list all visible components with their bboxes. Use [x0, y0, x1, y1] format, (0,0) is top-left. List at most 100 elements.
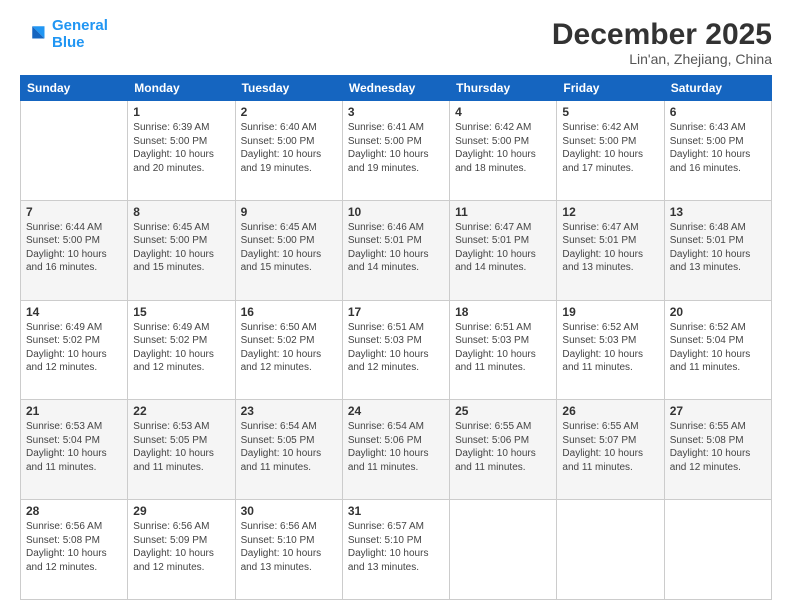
cell-info: Sunrise: 6:56 AM Sunset: 5:10 PM Dayligh… — [241, 520, 337, 574]
cell-info: Sunrise: 6:39 AM Sunset: 5:00 PM Dayligh… — [133, 121, 229, 175]
col-wednesday: Wednesday — [342, 76, 449, 101]
cell-info: Sunrise: 6:43 AM Sunset: 5:00 PM Dayligh… — [670, 121, 766, 175]
cell-info: Sunrise: 6:42 AM Sunset: 5:00 PM Dayligh… — [455, 121, 551, 175]
calendar-cell: 12 Sunrise: 6:47 AM Sunset: 5:01 PM Dayli… — [557, 200, 664, 300]
calendar-cell: 31 Sunrise: 6:57 AM Sunset: 5:10 PM Dayli… — [342, 500, 449, 600]
col-saturday: Saturday — [664, 76, 771, 101]
day-number: 17 — [348, 305, 444, 319]
day-number: 22 — [133, 404, 229, 418]
calendar-cell: 7 Sunrise: 6:44 AM Sunset: 5:00 PM Daylig… — [21, 200, 128, 300]
day-number: 18 — [455, 305, 551, 319]
cell-info: Sunrise: 6:51 AM Sunset: 5:03 PM Dayligh… — [348, 321, 444, 375]
calendar-cell — [450, 500, 557, 600]
calendar-cell: 14 Sunrise: 6:49 AM Sunset: 5:02 PM Dayli… — [21, 300, 128, 400]
header: General Blue December 2025 Lin'an, Zheji… — [20, 18, 772, 67]
cell-info: Sunrise: 6:48 AM Sunset: 5:01 PM Dayligh… — [670, 221, 766, 275]
day-number: 19 — [562, 305, 658, 319]
calendar-cell: 18 Sunrise: 6:51 AM Sunset: 5:03 PM Dayli… — [450, 300, 557, 400]
day-number: 27 — [670, 404, 766, 418]
logo: General Blue — [20, 18, 108, 51]
day-number: 25 — [455, 404, 551, 418]
day-number: 13 — [670, 205, 766, 219]
day-number: 1 — [133, 105, 229, 119]
calendar-cell — [21, 101, 128, 201]
cell-info: Sunrise: 6:41 AM Sunset: 5:00 PM Dayligh… — [348, 121, 444, 175]
cell-info: Sunrise: 6:49 AM Sunset: 5:02 PM Dayligh… — [26, 321, 122, 375]
cell-info: Sunrise: 6:53 AM Sunset: 5:05 PM Dayligh… — [133, 420, 229, 474]
day-number: 8 — [133, 205, 229, 219]
cell-info: Sunrise: 6:56 AM Sunset: 5:09 PM Dayligh… — [133, 520, 229, 574]
cell-info: Sunrise: 6:55 AM Sunset: 5:06 PM Dayligh… — [455, 420, 551, 474]
calendar-cell: 13 Sunrise: 6:48 AM Sunset: 5:01 PM Dayli… — [664, 200, 771, 300]
calendar-cell: 4 Sunrise: 6:42 AM Sunset: 5:00 PM Daylig… — [450, 101, 557, 201]
day-number: 15 — [133, 305, 229, 319]
cell-info: Sunrise: 6:42 AM Sunset: 5:00 PM Dayligh… — [562, 121, 658, 175]
calendar-cell: 20Sunrise: 6:52 AM Sunset: 5:04 PM Dayli… — [664, 300, 771, 400]
cell-info: Sunrise: 6:56 AM Sunset: 5:08 PM Dayligh… — [26, 520, 122, 574]
cell-info: Sunrise: 6:47 AM Sunset: 5:01 PM Dayligh… — [562, 221, 658, 275]
calendar-cell: 26Sunrise: 6:55 AM Sunset: 5:07 PM Dayli… — [557, 400, 664, 500]
calendar-cell: 6 Sunrise: 6:43 AM Sunset: 5:00 PM Daylig… — [664, 101, 771, 201]
cell-info: Sunrise: 6:54 AM Sunset: 5:05 PM Dayligh… — [241, 420, 337, 474]
logo-icon — [20, 21, 48, 49]
day-number: 9 — [241, 205, 337, 219]
calendar-cell: 25 Sunrise: 6:55 AM Sunset: 5:06 PM Dayli… — [450, 400, 557, 500]
page: General Blue December 2025 Lin'an, Zheji… — [0, 0, 792, 612]
day-number: 4 — [455, 105, 551, 119]
cell-info: Sunrise: 6:45 AM Sunset: 5:00 PM Dayligh… — [133, 221, 229, 275]
cell-info: Sunrise: 6:54 AM Sunset: 5:06 PM Dayligh… — [348, 420, 444, 474]
day-number: 14 — [26, 305, 122, 319]
calendar-cell: 22 Sunrise: 6:53 AM Sunset: 5:05 PM Dayli… — [128, 400, 235, 500]
day-number: 10 — [348, 205, 444, 219]
cell-info: Sunrise: 6:47 AM Sunset: 5:01 PM Dayligh… — [455, 221, 551, 275]
calendar-cell: 30 Sunrise: 6:56 AM Sunset: 5:10 PM Dayli… — [235, 500, 342, 600]
calendar-cell: 24 Sunrise: 6:54 AM Sunset: 5:06 PM Dayli… — [342, 400, 449, 500]
day-number: 6 — [670, 105, 766, 119]
day-number: 30 — [241, 504, 337, 518]
day-number: 24 — [348, 404, 444, 418]
calendar-week-row: 14 Sunrise: 6:49 AM Sunset: 5:02 PM Dayli… — [21, 300, 772, 400]
calendar-cell: 5 Sunrise: 6:42 AM Sunset: 5:00 PM Daylig… — [557, 101, 664, 201]
calendar-table: Sunday Monday Tuesday Wednesday Thursday… — [20, 75, 772, 600]
day-number: 23 — [241, 404, 337, 418]
calendar-week-row: 7 Sunrise: 6:44 AM Sunset: 5:00 PM Daylig… — [21, 200, 772, 300]
cell-info: Sunrise: 6:53 AM Sunset: 5:04 PM Dayligh… — [26, 420, 122, 474]
cell-info: Sunrise: 6:52 AM Sunset: 5:03 PM Dayligh… — [562, 321, 658, 375]
calendar-cell — [557, 500, 664, 600]
cell-info: Sunrise: 6:40 AM Sunset: 5:00 PM Dayligh… — [241, 121, 337, 175]
calendar-cell: 16 Sunrise: 6:50 AM Sunset: 5:02 PM Dayli… — [235, 300, 342, 400]
calendar-cell: 10Sunrise: 6:46 AM Sunset: 5:01 PM Dayli… — [342, 200, 449, 300]
cell-info: Sunrise: 6:50 AM Sunset: 5:02 PM Dayligh… — [241, 321, 337, 375]
day-number: 12 — [562, 205, 658, 219]
day-number: 28 — [26, 504, 122, 518]
subtitle: Lin'an, Zhejiang, China — [552, 51, 772, 67]
calendar-cell: 27Sunrise: 6:55 AM Sunset: 5:08 PM Dayli… — [664, 400, 771, 500]
col-monday: Monday — [128, 76, 235, 101]
calendar-cell: 19 Sunrise: 6:52 AM Sunset: 5:03 PM Dayli… — [557, 300, 664, 400]
calendar-cell: 11 Sunrise: 6:47 AM Sunset: 5:01 PM Dayli… — [450, 200, 557, 300]
cell-info: Sunrise: 6:57 AM Sunset: 5:10 PM Dayligh… — [348, 520, 444, 574]
calendar-cell: 28 Sunrise: 6:56 AM Sunset: 5:08 PM Dayli… — [21, 500, 128, 600]
calendar-cell: 9Sunrise: 6:45 AM Sunset: 5:00 PM Daylig… — [235, 200, 342, 300]
day-number: 11 — [455, 205, 551, 219]
cell-info: Sunrise: 6:52 AM Sunset: 5:04 PM Dayligh… — [670, 321, 766, 375]
cell-info: Sunrise: 6:51 AM Sunset: 5:03 PM Dayligh… — [455, 321, 551, 375]
day-number: 5 — [562, 105, 658, 119]
main-title: December 2025 — [552, 18, 772, 51]
day-number: 31 — [348, 504, 444, 518]
calendar-cell — [664, 500, 771, 600]
day-number: 3 — [348, 105, 444, 119]
day-number: 7 — [26, 205, 122, 219]
calendar-week-row: 1 Sunrise: 6:39 AM Sunset: 5:00 PM Daylig… — [21, 101, 772, 201]
logo-line2: Blue — [52, 34, 85, 51]
cell-info: Sunrise: 6:44 AM Sunset: 5:00 PM Dayligh… — [26, 221, 122, 275]
calendar-cell: 15Sunrise: 6:49 AM Sunset: 5:02 PM Dayli… — [128, 300, 235, 400]
logo-line1: General — [52, 17, 108, 34]
calendar-cell: 8 Sunrise: 6:45 AM Sunset: 5:00 PM Daylig… — [128, 200, 235, 300]
calendar-header-row: Sunday Monday Tuesday Wednesday Thursday… — [21, 76, 772, 101]
col-friday: Friday — [557, 76, 664, 101]
calendar-cell: 29 Sunrise: 6:56 AM Sunset: 5:09 PM Dayli… — [128, 500, 235, 600]
day-number: 29 — [133, 504, 229, 518]
day-number: 16 — [241, 305, 337, 319]
cell-info: Sunrise: 6:55 AM Sunset: 5:07 PM Dayligh… — [562, 420, 658, 474]
